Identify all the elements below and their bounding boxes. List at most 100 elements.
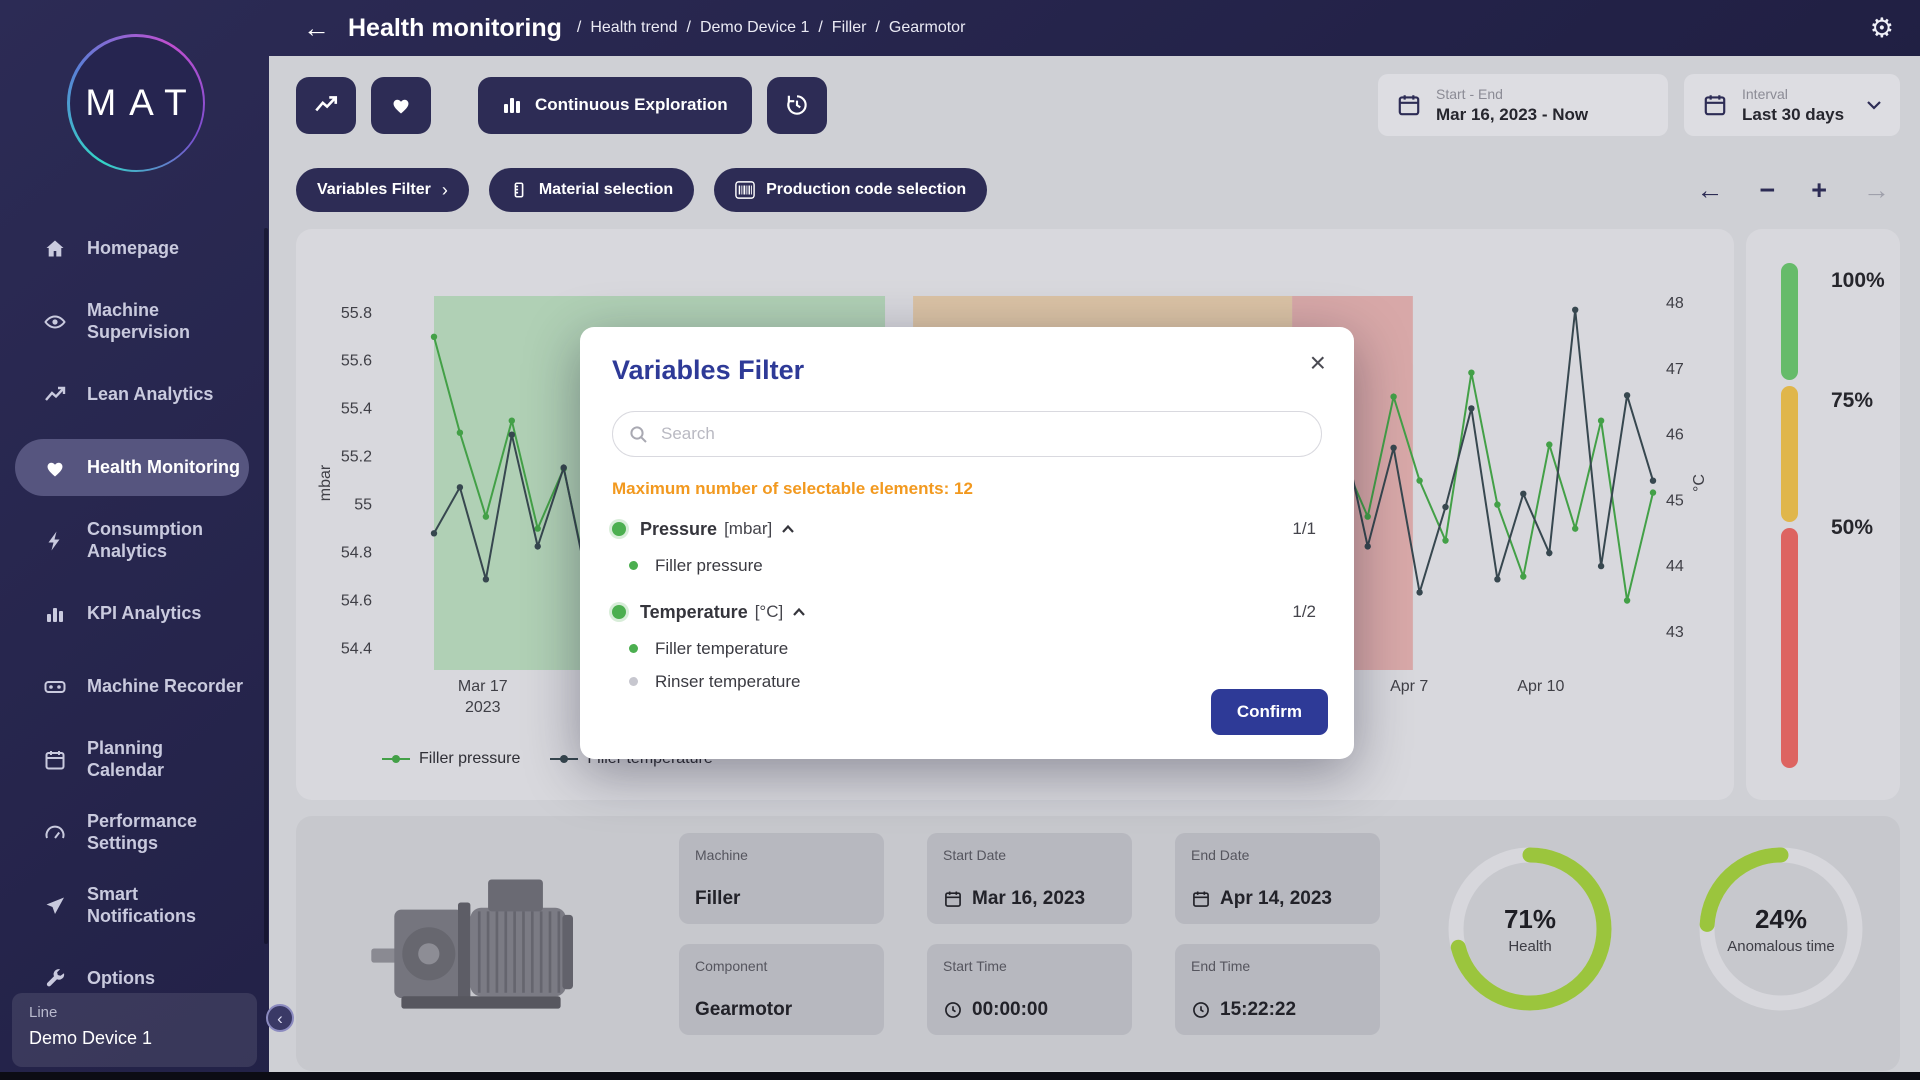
- start-date-value: Mar 16, 2023: [972, 888, 1085, 910]
- svg-text:45: 45: [1666, 492, 1684, 509]
- app-logo-text: MAT: [72, 82, 199, 124]
- health-scale-segment: [1781, 263, 1798, 380]
- confirm-button[interactable]: Confirm: [1211, 689, 1328, 735]
- detail-tiles: Machine Filler Start Date Mar 16, 2023 E…: [679, 833, 1380, 1035]
- sidebar-item-machine-recorder[interactable]: Machine Recorder: [0, 650, 269, 723]
- variables-filter-button[interactable]: Variables Filter ›: [296, 168, 469, 212]
- pan-left-icon[interactable]: ←: [1696, 175, 1723, 206]
- breadcrumb-item[interactable]: Demo Device 1: [700, 19, 809, 37]
- sidebar-item-smart-notifications[interactable]: Smart Notifications: [0, 869, 269, 942]
- max-selectable-note: Maximum number of selectable elements: 1…: [612, 479, 1322, 499]
- svg-text:46: 46: [1666, 427, 1684, 444]
- sidebar: MAT Homepage Machine Supervision Lean An…: [0, 0, 269, 1072]
- end-date-value: Apr 14, 2023: [1220, 888, 1332, 910]
- variables-filter-modal: Variables Filter × Maximum number of sel…: [580, 327, 1354, 759]
- interval-picker[interactable]: Interval Last 30 days: [1684, 74, 1900, 136]
- legend-line-marker: [550, 758, 578, 760]
- health-scale-bar: [1781, 263, 1798, 768]
- line-selector[interactable]: Line Demo Device 1: [12, 993, 257, 1067]
- sidebar-item-lean-analytics[interactable]: Lean Analytics: [0, 358, 269, 431]
- interval-value: Last 30 days: [1742, 105, 1844, 125]
- breadcrumb-item[interactable]: Filler: [832, 19, 867, 37]
- material-selection-button[interactable]: Material selection: [489, 168, 694, 212]
- start-end-value: Mar 16, 2023 - Now: [1436, 105, 1588, 125]
- sidebar-scrollbar[interactable]: [264, 228, 268, 944]
- interval-text: Interval Last 30 days: [1742, 86, 1844, 125]
- calendar-icon: [1191, 889, 1211, 909]
- sidebar-item-planning-calendar[interactable]: Planning Calendar: [0, 723, 269, 796]
- component-detail-panel: Machine Filler Start Date Mar 16, 2023 E…: [296, 816, 1900, 1071]
- chevron-up-icon: [792, 607, 806, 617]
- breadcrumb: / Health trend / Demo Device 1 / Filler …: [568, 19, 966, 37]
- breadcrumb-separator: /: [875, 19, 879, 37]
- variable-option-filler-pressure[interactable]: Filler pressure: [612, 549, 1322, 582]
- variable-option-filler-temperature[interactable]: Filler temperature: [612, 632, 1322, 665]
- line-selector-label: Line: [29, 1004, 240, 1021]
- header: ← Health monitoring / Health trend / Dem…: [269, 0, 1920, 56]
- sidebar-item-machine-supervision[interactable]: Machine Supervision: [0, 285, 269, 358]
- chevron-up-icon: [781, 524, 795, 534]
- app-logo: MAT: [67, 34, 205, 172]
- heart-icon: [43, 456, 69, 480]
- search-field-wrap: [612, 411, 1322, 457]
- svg-text:55.6: 55.6: [341, 353, 372, 370]
- end-date-label: End Date: [1191, 847, 1364, 863]
- start-time-tile: Start Time 00:00:00: [927, 944, 1132, 1035]
- sidebar-collapse-button[interactable]: ‹: [266, 1004, 294, 1032]
- history-button[interactable]: [767, 77, 827, 134]
- svg-text:48: 48: [1666, 295, 1684, 312]
- zoom-in-icon[interactable]: +: [1811, 175, 1827, 206]
- sidebar-item-consumption-analytics[interactable]: Consumption Analytics: [0, 504, 269, 577]
- sidebar-item-performance-settings[interactable]: Performance Settings: [0, 796, 269, 869]
- eye-icon: [43, 310, 69, 334]
- trend-view-button[interactable]: [296, 77, 356, 134]
- health-gauge-center: 71% Health: [1445, 844, 1615, 1014]
- zoom-out-icon[interactable]: −: [1759, 175, 1775, 206]
- sidebar-item-kpi-analytics[interactable]: KPI Analytics: [0, 577, 269, 650]
- svg-text:55.4: 55.4: [341, 401, 372, 418]
- history-icon: [784, 92, 810, 118]
- heart-icon: [389, 93, 413, 117]
- start-date-value-row: Mar 16, 2023: [943, 888, 1116, 910]
- group-name: Temperature: [640, 602, 748, 623]
- sidebar-item-label: Planning Calendar: [87, 738, 164, 780]
- end-time-label: End Time: [1191, 958, 1364, 974]
- svg-text:mbar: mbar: [317, 464, 334, 501]
- svg-text:54.4: 54.4: [341, 640, 372, 657]
- component-tile: Component Gearmotor: [679, 944, 884, 1035]
- chart-pan-zoom-controls: ← − + →: [1696, 175, 1900, 206]
- continuous-exploration-button[interactable]: Continuous Exploration: [478, 77, 752, 134]
- back-icon[interactable]: ←: [303, 13, 330, 44]
- start-end-text: Start - End Mar 16, 2023 - Now: [1436, 86, 1588, 125]
- sidebar-item-label: Options: [87, 968, 155, 989]
- svg-text:47: 47: [1666, 361, 1684, 378]
- variable-group-header[interactable]: Temperature [°C] 1/2: [612, 592, 1322, 632]
- barcode-icon: [735, 181, 755, 199]
- sidebar-item-homepage[interactable]: Homepage: [0, 212, 269, 285]
- gear-icon[interactable]: ⚙: [1870, 13, 1894, 44]
- view-mode-buttons: Continuous Exploration: [296, 77, 827, 134]
- svg-text:°C: °C: [1691, 474, 1708, 492]
- production-code-selection-button[interactable]: Production code selection: [714, 168, 987, 212]
- end-time-tile: End Time 15:22:22: [1175, 944, 1380, 1035]
- continuous-exploration-label: Continuous Exploration: [535, 95, 728, 115]
- breadcrumb-item[interactable]: Health trend: [590, 19, 677, 37]
- toolbar: Continuous Exploration Start - End Mar 1…: [296, 74, 1900, 136]
- machine-label: Machine: [695, 847, 868, 863]
- pan-right-icon[interactable]: →: [1863, 175, 1890, 206]
- variable-group-header[interactable]: Pressure [mbar] 1/1: [612, 509, 1322, 549]
- anomalous-time-gauge-center: 24% Anomalous time: [1696, 844, 1866, 1014]
- legend-item-filler-pressure[interactable]: Filler pressure: [382, 750, 520, 768]
- gauge-icon: [43, 821, 69, 845]
- start-date-tile: Start Date Mar 16, 2023: [927, 833, 1132, 924]
- breadcrumb-item[interactable]: Gearmotor: [889, 19, 965, 37]
- close-icon[interactable]: ×: [1310, 349, 1326, 377]
- paper-plane-icon: [43, 894, 69, 918]
- health-view-button[interactable]: [371, 77, 431, 134]
- start-end-picker[interactable]: Start - End Mar 16, 2023 - Now: [1378, 74, 1668, 136]
- health-scale-segment: [1781, 386, 1798, 522]
- sidebar-item-health-monitoring[interactable]: Health Monitoring: [0, 431, 269, 504]
- clock-icon: [943, 1000, 963, 1020]
- search-input[interactable]: [612, 411, 1322, 457]
- component-value: Gearmotor: [695, 999, 868, 1021]
